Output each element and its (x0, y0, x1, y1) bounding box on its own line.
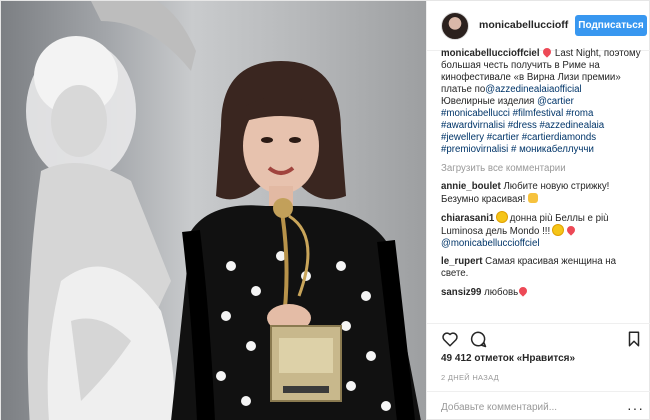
woman-with-award-image (171, 61, 421, 420)
heart-emoji-icon (517, 285, 529, 297)
comment-item: le_rupert Самая красивая женщина на свет… (441, 256, 646, 280)
post-side-panel: monicabelluccioff Подписаться monicabell… (426, 1, 650, 420)
caption-hashtags[interactable]: #monicabellucci #filmfestival #roma #awa… (441, 108, 604, 155)
post-caption: monicabelluccioffciel Last Night, поэтом… (441, 46, 646, 156)
add-comment-bar: ··· (427, 391, 650, 420)
avatar[interactable] (441, 12, 469, 40)
instagram-post: monicabelluccioff Подписаться monicabell… (0, 0, 650, 420)
comment-item: annie_boulet Любите новую стрижку! Безум… (441, 181, 646, 206)
likes-count[interactable]: 49 412 отметок «Нравится» (441, 353, 575, 364)
comment-icon[interactable] (469, 330, 487, 348)
post-timestamp: 2 ДНЕЙ НАЗАД (441, 373, 500, 382)
follow-button[interactable]: Подписаться (575, 15, 647, 36)
comment-input[interactable] (441, 399, 621, 415)
comment-username[interactable]: chiarasani1 (441, 213, 494, 224)
comment-item: chiarasani1 донна più Беллы e più Lumino… (441, 212, 646, 250)
comment-item: sansiz99 любовь (441, 285, 646, 299)
header-username[interactable]: monicabelluccioff (479, 19, 568, 31)
load-more-comments-link[interactable]: Загрузить все комментарии (441, 163, 646, 175)
sparkle-emoji-icon (497, 212, 508, 222)
heart-emoji-icon (564, 224, 577, 236)
caption-jewelry-text: Ювелирные изделия (441, 96, 538, 107)
clapping-emoji-icon (528, 193, 539, 203)
comment-username[interactable]: annie_boulet (441, 181, 501, 192)
sparkle-emoji-icon (552, 225, 563, 235)
action-bar (427, 323, 650, 353)
comment-username[interactable]: le_rupert (441, 256, 482, 267)
comments-section: monicabelluccioffciel Last Night, поэтом… (441, 46, 646, 299)
caption-dress-text: платье по (441, 84, 486, 95)
post-photo[interactable] (1, 1, 426, 420)
caption-mention-cartier[interactable]: @cartier (537, 96, 574, 107)
caption-mention-azzedine[interactable]: @azzedinealaiaofficial (485, 84, 581, 95)
caption-username[interactable]: monicabelluccioffciel (441, 48, 540, 59)
comment-username[interactable]: sansiz99 (441, 287, 481, 298)
more-options-icon[interactable]: ··· (627, 400, 644, 416)
comment-mention[interactable]: @monicabelluccioffciel (441, 238, 540, 249)
comment-text: любовь (484, 287, 519, 298)
post-header: monicabelluccioff Подписаться (427, 1, 650, 51)
bookmark-icon[interactable] (625, 330, 643, 348)
heart-icon[interactable] (441, 330, 459, 348)
